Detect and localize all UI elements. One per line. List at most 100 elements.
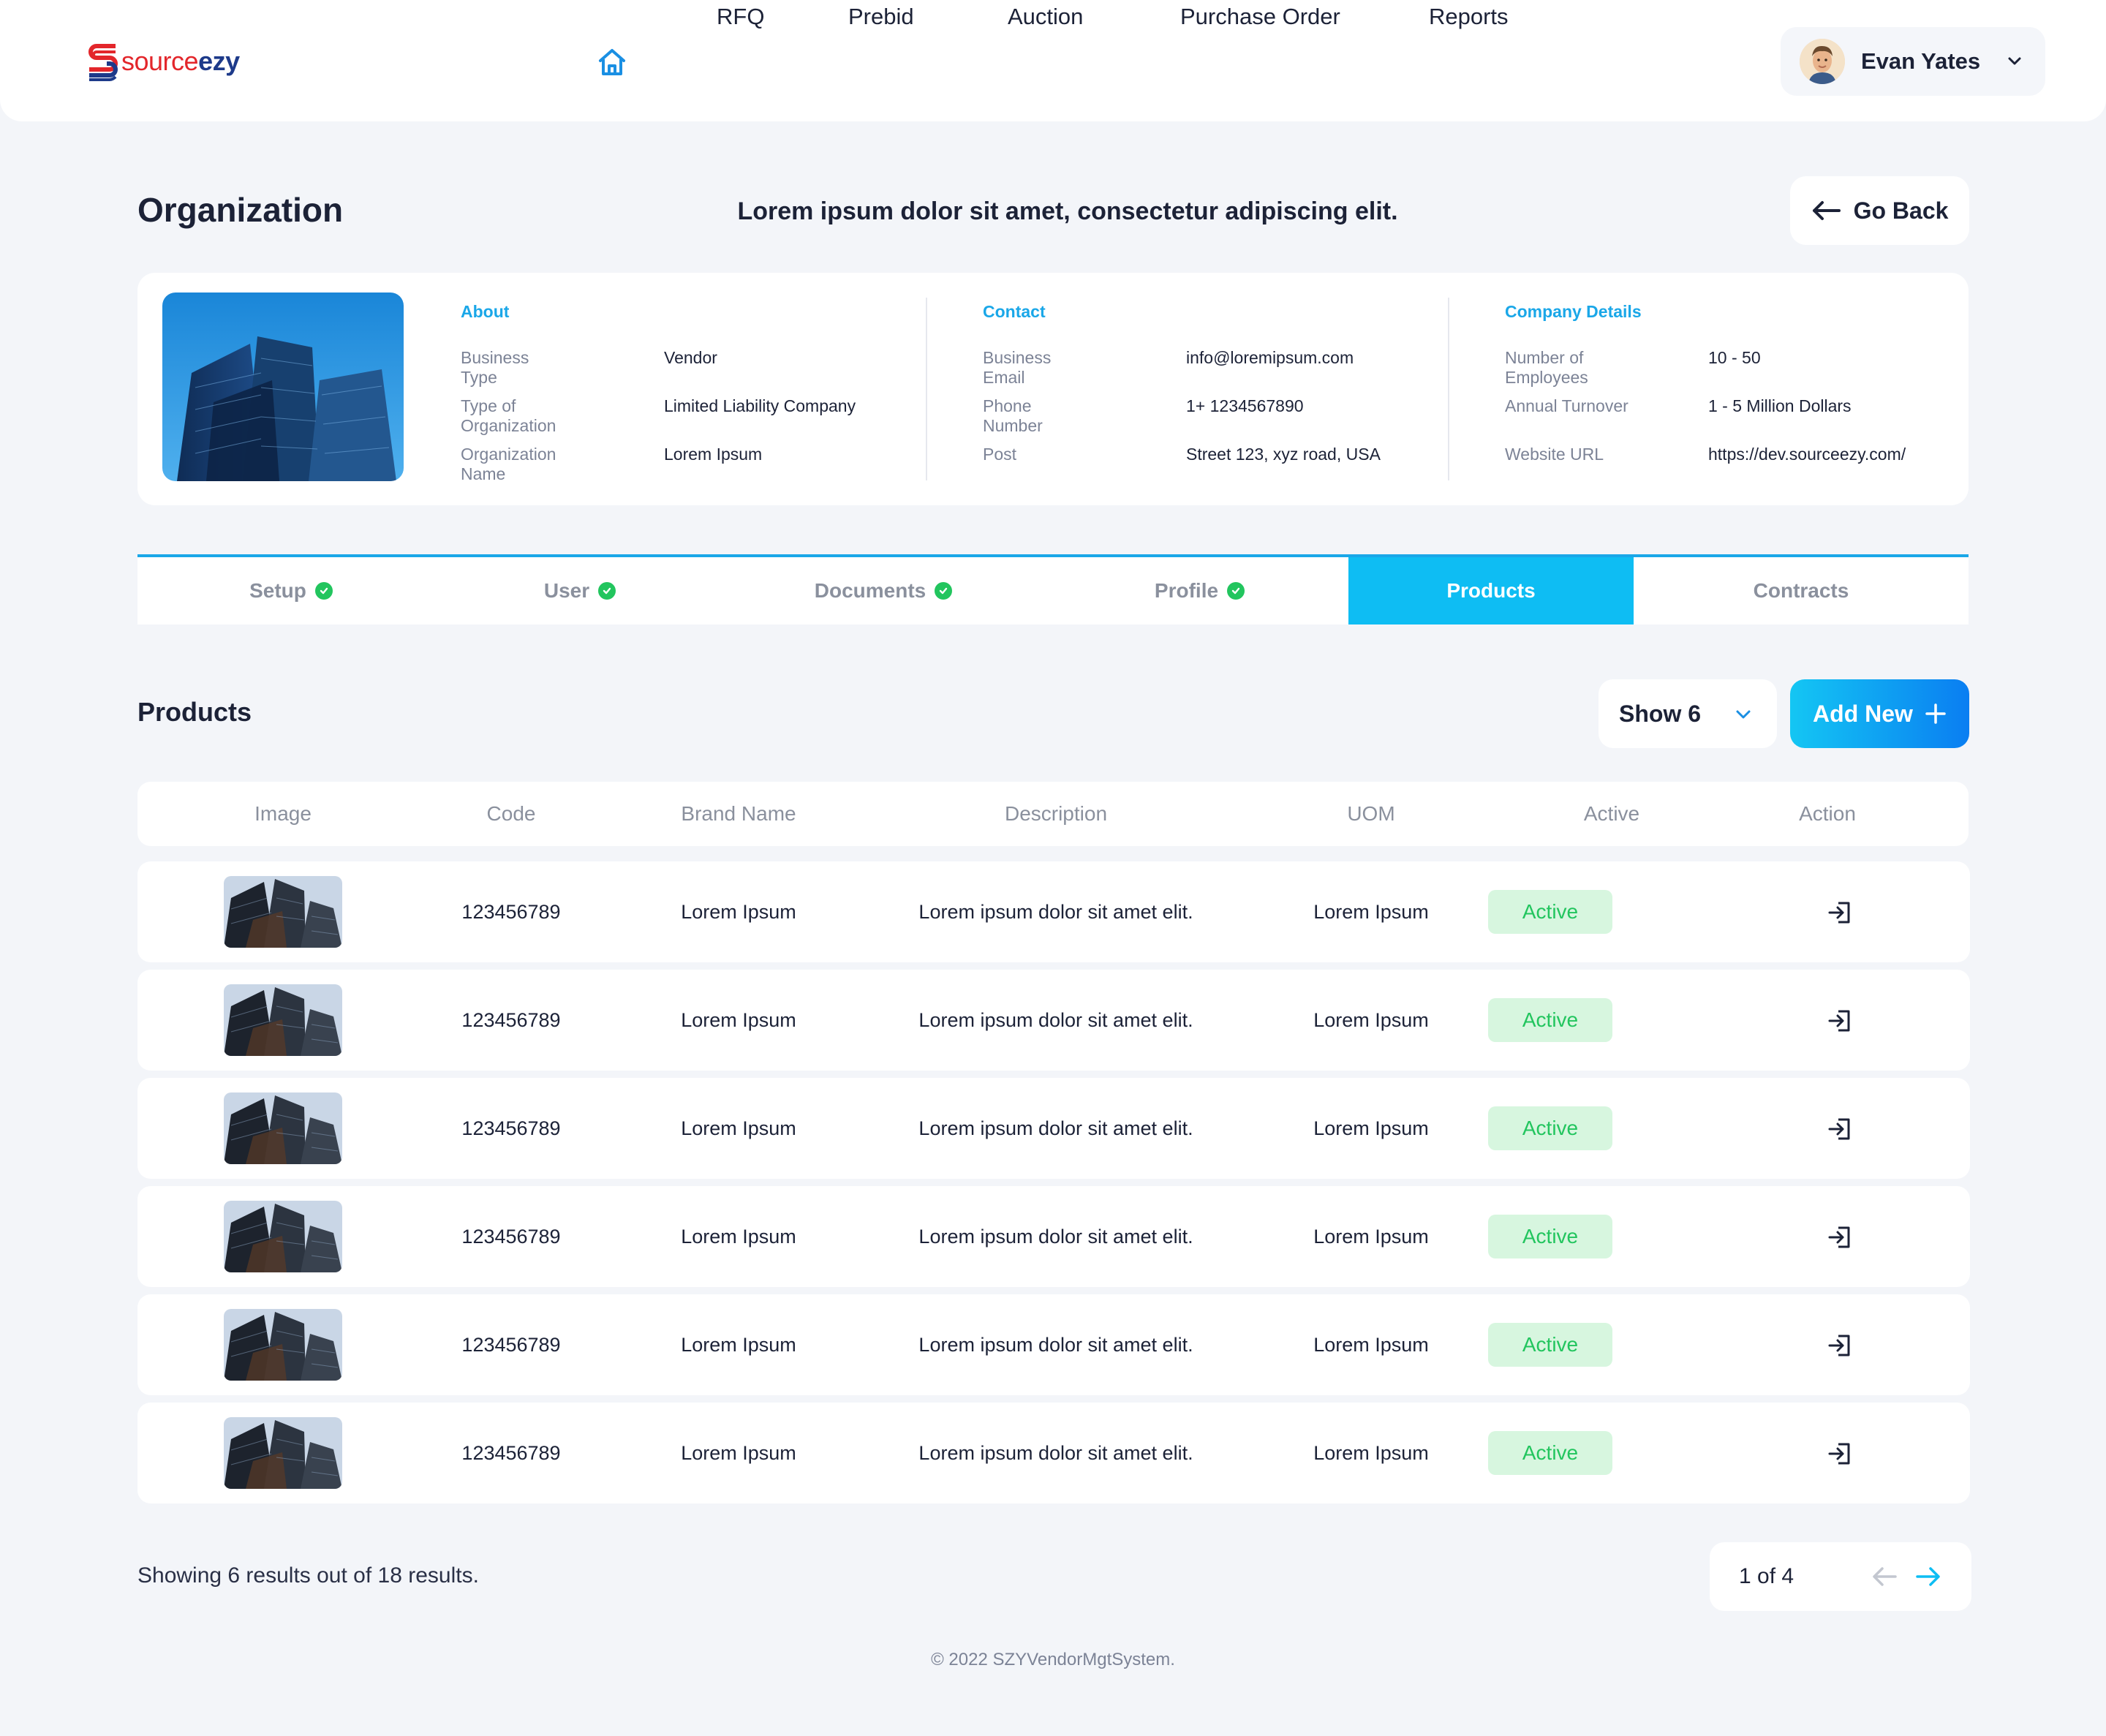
tab-label: Setup xyxy=(249,579,306,602)
user-menu[interactable]: Evan Yates xyxy=(1781,27,2045,96)
info-value: Limited Liability Company xyxy=(664,396,856,415)
product-image xyxy=(224,984,342,1056)
enter-icon[interactable] xyxy=(1827,1223,1854,1251)
product-code: 123456789 xyxy=(461,1117,561,1139)
enter-icon[interactable] xyxy=(1827,899,1854,927)
contact-section: Contact Business Email info@loremipsum.c… xyxy=(983,302,1381,493)
tab-label: Contracts xyxy=(1753,579,1849,602)
arrow-right-icon[interactable] xyxy=(1916,1565,1941,1588)
status-badge: Active xyxy=(1488,1323,1612,1367)
nav-auction[interactable]: Auction xyxy=(1008,0,1083,34)
column-header: Action xyxy=(1799,802,1856,825)
company-details-heading: Company Details xyxy=(1505,302,1642,321)
about-section: About Business Type Vendor Type of Organ… xyxy=(461,302,856,493)
nav-rfq[interactable]: RFQ xyxy=(717,0,764,34)
product-uom: Lorem Ipsum xyxy=(1313,1334,1429,1356)
column-header: Code xyxy=(486,802,536,825)
product-uom: Lorem Ipsum xyxy=(1313,1226,1429,1248)
info-row: Business Email info@loremipsum.com xyxy=(983,348,1354,396)
info-row: Post Street 123, xyz road, USA xyxy=(983,445,1381,493)
info-label: Website URL xyxy=(1505,445,1604,464)
organization-image xyxy=(162,293,404,481)
info-label: Business Email xyxy=(983,348,1052,387)
add-new-label: Add New xyxy=(1813,700,1913,727)
go-back-button[interactable]: Go Back xyxy=(1790,176,1969,245)
chevron-down-icon xyxy=(2008,57,2021,65)
product-description: Lorem ipsum dolor sit amet elit. xyxy=(918,1226,1193,1248)
product-brand: Lorem Ipsum xyxy=(681,1442,796,1464)
table-row: 123456789 Lorem Ipsum Lorem ipsum dolor si… xyxy=(137,1078,1970,1179)
table-row: 123456789 Lorem Ipsum Lorem ipsum dolor si… xyxy=(137,861,1970,962)
divider xyxy=(1448,298,1449,480)
user-name: Evan Yates xyxy=(1861,48,1981,74)
products-title: Products xyxy=(137,697,252,727)
logo-text: sourceezy xyxy=(121,46,240,76)
divider xyxy=(926,298,927,480)
product-uom: Lorem Ipsum xyxy=(1313,1117,1429,1139)
product-code: 123456789 xyxy=(461,1226,561,1248)
info-label: Post xyxy=(983,445,1017,464)
plus-icon xyxy=(1925,703,1946,724)
product-description: Lorem ipsum dolor sit amet elit. xyxy=(918,1117,1193,1139)
nav-reports[interactable]: Reports xyxy=(1429,0,1509,34)
add-new-button[interactable]: Add New xyxy=(1790,679,1969,748)
column-header: UOM xyxy=(1347,802,1395,825)
nav-purchase-order[interactable]: Purchase Order xyxy=(1180,0,1340,34)
product-description: Lorem ipsum dolor sit amet elit. xyxy=(918,901,1193,923)
product-uom: Lorem Ipsum xyxy=(1313,1442,1429,1464)
table-row: 123456789 Lorem Ipsum Lorem ipsum dolor si… xyxy=(137,1186,1970,1287)
product-brand: Lorem Ipsum xyxy=(681,1117,796,1139)
product-uom: Lorem Ipsum xyxy=(1313,901,1429,923)
sourceezy-logo[interactable]: sourceezy xyxy=(86,39,240,83)
product-brand: Lorem Ipsum xyxy=(681,901,796,923)
tab-profile[interactable]: Profile xyxy=(1052,557,1348,624)
tab-setup[interactable]: Setup xyxy=(137,557,445,624)
status-badge: Active xyxy=(1488,998,1612,1042)
product-uom: Lorem Ipsum xyxy=(1313,1009,1429,1031)
chevron-down-icon xyxy=(1736,710,1751,719)
pagination: 1 of 4 xyxy=(1710,1542,1971,1611)
product-description: Lorem ipsum dolor sit amet elit. xyxy=(918,1334,1193,1356)
tab-label: Profile xyxy=(1154,579,1219,602)
copyright: © 2022 SZYVendorMgtSystem. xyxy=(931,1650,1175,1669)
info-label: Annual Turnover xyxy=(1505,396,1628,415)
info-value: 1 - 5 Million Dollars xyxy=(1708,396,1852,415)
info-value: Street 123, xyz road, USA xyxy=(1186,445,1381,464)
enter-icon[interactable] xyxy=(1827,1332,1854,1359)
show-count-select[interactable]: Show 6 xyxy=(1599,679,1777,748)
enter-icon[interactable] xyxy=(1827,1115,1854,1143)
info-value: info@loremipsum.com xyxy=(1186,348,1354,367)
tab-user[interactable]: User xyxy=(445,557,715,624)
status-badge: Active xyxy=(1488,1106,1612,1150)
info-row: Type of Organization Limited Liability C… xyxy=(461,396,856,445)
column-header: Brand Name xyxy=(681,802,796,825)
info-row: Annual Turnover 1 - 5 Million Dollars xyxy=(1505,396,1852,445)
info-row: Phone Number 1+ 1234567890 xyxy=(983,396,1304,445)
product-image xyxy=(224,1417,342,1489)
product-image xyxy=(224,1309,342,1381)
results-summary: Showing 6 results out of 18 results. xyxy=(137,1563,479,1588)
arrow-left-icon[interactable] xyxy=(1872,1565,1897,1588)
enter-icon[interactable] xyxy=(1827,1007,1854,1035)
table-row: 123456789 Lorem Ipsum Lorem ipsum dolor si… xyxy=(137,970,1970,1071)
go-back-label: Go Back xyxy=(1853,197,1949,224)
table-row: 123456789 Lorem Ipsum Lorem ipsum dolor si… xyxy=(137,1403,1970,1503)
product-code: 123456789 xyxy=(461,1442,561,1464)
product-description: Lorem ipsum dolor sit amet elit. xyxy=(918,1442,1193,1464)
info-label: Organization Name xyxy=(461,445,556,483)
tab-contracts[interactable]: Contracts xyxy=(1634,557,1969,624)
product-image xyxy=(224,876,342,948)
avatar xyxy=(1800,39,1845,84)
website-link[interactable]: https://dev.sourceezy.com/ xyxy=(1708,445,1906,464)
check-icon xyxy=(314,582,333,600)
enter-icon[interactable] xyxy=(1827,1440,1854,1468)
nav-prebid[interactable]: Prebid xyxy=(848,0,914,34)
tab-products[interactable]: Products xyxy=(1348,557,1634,624)
check-icon xyxy=(598,582,616,600)
status-badge: Active xyxy=(1488,890,1612,934)
tab-label: User xyxy=(543,579,590,602)
tab-documents[interactable]: Documents xyxy=(715,557,1052,624)
home-icon[interactable] xyxy=(595,45,629,79)
product-code: 123456789 xyxy=(461,901,561,923)
logo-s-icon xyxy=(88,44,118,81)
